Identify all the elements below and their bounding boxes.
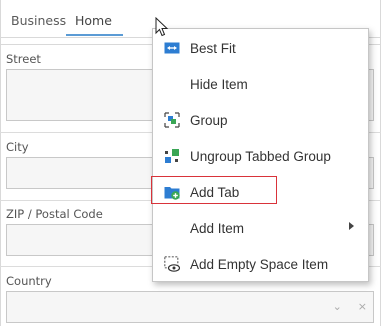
submenu-arrow-icon — [349, 222, 354, 230]
country-combobox[interactable]: ⌄ × — [6, 291, 374, 323]
country-label: Country — [6, 274, 52, 288]
close-icon[interactable]: × — [358, 300, 367, 313]
menu-item-label: Add Empty Space Item — [190, 257, 329, 272]
menu-item-group[interactable]: Group — [153, 102, 368, 138]
menu-item-label: Hide Item — [190, 77, 248, 92]
zip-label: ZIP / Postal Code — [6, 207, 103, 221]
add-tab-highlight — [151, 176, 277, 204]
tab-home[interactable]: Home — [66, 6, 123, 36]
tab-business[interactable]: Business — [11, 6, 66, 36]
group-icon — [164, 112, 180, 128]
ungroup-icon — [165, 149, 179, 163]
menu-item-label: Ungroup Tabbed Group — [190, 149, 331, 164]
menu-item-ungroup-tabbed-group[interactable]: Ungroup Tabbed Group — [153, 138, 368, 174]
context-menu: Best Fit Hide Item Group Ungroup Tabbed … — [152, 28, 369, 282]
menu-item-label: Best Fit — [190, 41, 236, 56]
chevron-down-icon[interactable]: ⌄ — [333, 300, 342, 313]
menu-item-add-item[interactable]: Add Item — [153, 210, 368, 246]
menu-item-label: Add Item — [190, 221, 245, 236]
best-fit-icon — [164, 42, 180, 54]
menu-item-best-fit[interactable]: Best Fit — [153, 30, 368, 66]
menu-item-add-empty-space-item[interactable]: Add Empty Space Item — [153, 246, 368, 282]
street-label: Street — [6, 52, 41, 66]
menu-item-hide-item[interactable]: Hide Item — [153, 66, 368, 102]
empty-space-icon — [164, 256, 180, 272]
mouse-cursor-icon — [155, 17, 169, 37]
city-label: City — [6, 140, 29, 154]
menu-item-label: Group — [190, 113, 228, 128]
